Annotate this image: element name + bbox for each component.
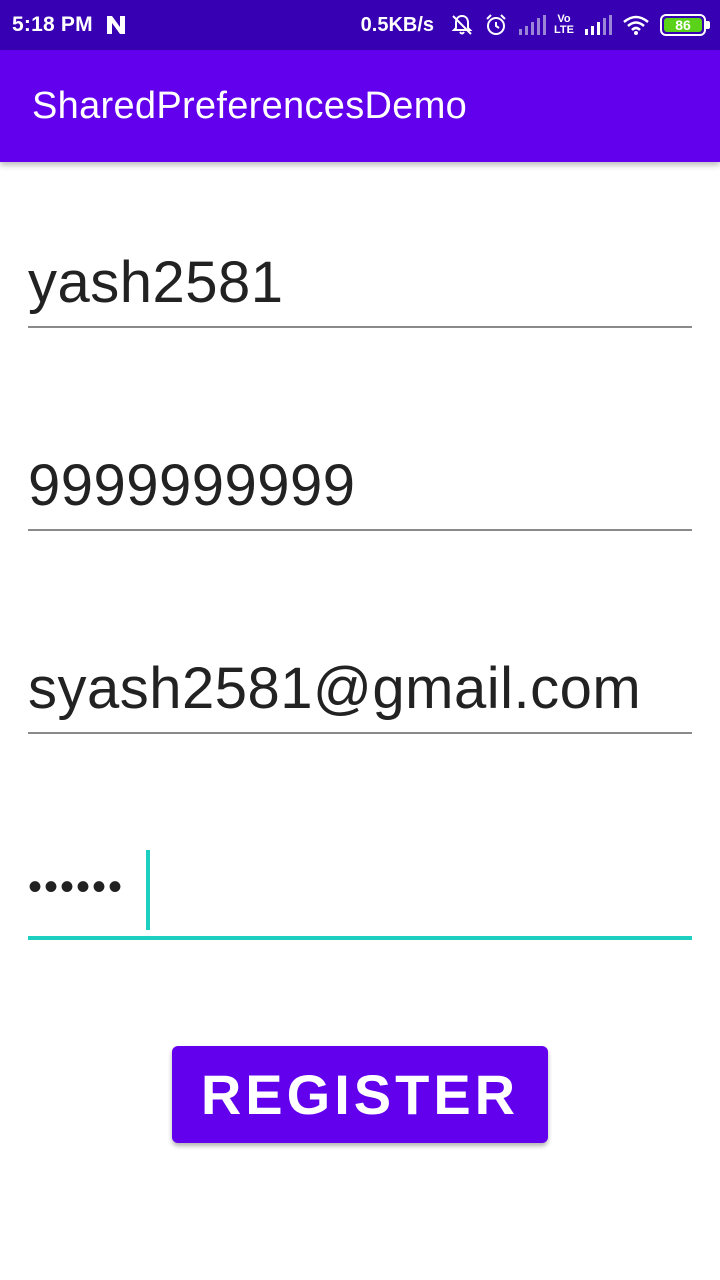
phone-value: 9999999999: [28, 453, 356, 518]
wifi-icon: [622, 14, 650, 36]
app-title: SharedPreferencesDemo: [32, 84, 468, 127]
status-bar-right: 0.5KB/s Vo LTE 86: [360, 13, 710, 37]
signal-icon: [518, 15, 547, 35]
username-value: yash2581: [28, 250, 284, 315]
net-speed: 0.5KB/s: [360, 13, 435, 36]
email-field[interactable]: syash2581@gmail.com: [28, 644, 692, 734]
password-field[interactable]: ••••••: [28, 850, 692, 940]
status-bar-left: 5:18 PM: [12, 13, 127, 37]
phone-field[interactable]: 9999999999: [28, 441, 692, 531]
status-time: 5:18 PM: [12, 13, 93, 36]
volte-bottom-label: LTE: [554, 24, 574, 36]
battery-icon: 86: [660, 14, 710, 36]
signal-icon: [584, 15, 612, 35]
email-value: syash2581@gmail.com: [28, 656, 642, 721]
notifications-off-icon: [450, 13, 474, 37]
battery-level: 86: [664, 17, 702, 33]
n-logo-icon: [105, 14, 127, 36]
battery-nub: [706, 21, 710, 29]
alarm-icon: [484, 13, 508, 37]
password-value: ••••••: [28, 865, 125, 909]
app-bar: SharedPreferencesDemo: [0, 50, 720, 162]
volte-icon: Vo LTE: [554, 14, 574, 36]
register-button[interactable]: REGISTER: [172, 1046, 548, 1143]
username-field[interactable]: yash2581: [28, 238, 692, 328]
status-bar: 5:18 PM 0.5KB/s Vo LTE 86: [0, 0, 720, 50]
text-cursor: [146, 850, 150, 930]
